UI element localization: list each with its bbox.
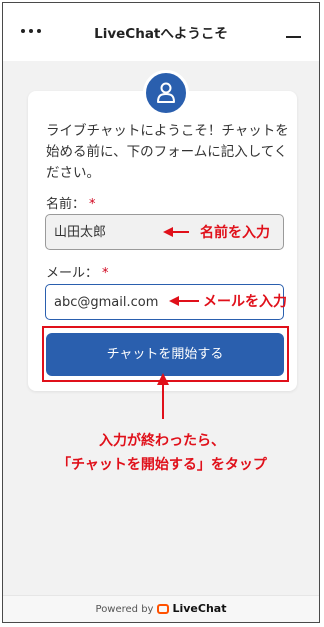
intro-text: ライブチャットにようこそ！チャットを始める前に、下のフォームに記入してください。 xyxy=(46,123,289,181)
name-label: 名前： * xyxy=(46,193,96,212)
powered-by-text: Powered by xyxy=(95,604,154,615)
callout-line-2: 「チャットを開始する」をタップ xyxy=(57,457,267,473)
user-icon xyxy=(157,82,175,103)
start-chat-button[interactable]: チャットを開始する xyxy=(46,333,284,376)
minimize-icon[interactable] xyxy=(286,36,301,38)
avatar xyxy=(143,70,189,116)
email-label: メール： * xyxy=(46,262,109,281)
name-label-text: 名前： xyxy=(46,197,86,212)
required-marker: * xyxy=(102,266,109,281)
name-hint: 名前を入力 xyxy=(200,225,270,241)
required-marker: * xyxy=(89,197,96,212)
callout-line-1: 入力が終わったら、 xyxy=(99,433,225,449)
footer: Powered by LiveChat xyxy=(3,595,319,622)
email-hint: メールを入力 xyxy=(203,294,287,310)
livechat-widget: LiveChatへようこそ ライブチャットにようこそ！チャットを始める前に、下の… xyxy=(2,2,320,623)
brand-name[interactable]: LiveChat xyxy=(172,602,226,615)
header-title: LiveChatへようこそ xyxy=(94,26,228,42)
email-label-text: メール： xyxy=(46,266,99,281)
header-bar: LiveChatへようこそ xyxy=(3,3,319,61)
livechat-logo-icon xyxy=(157,604,170,614)
